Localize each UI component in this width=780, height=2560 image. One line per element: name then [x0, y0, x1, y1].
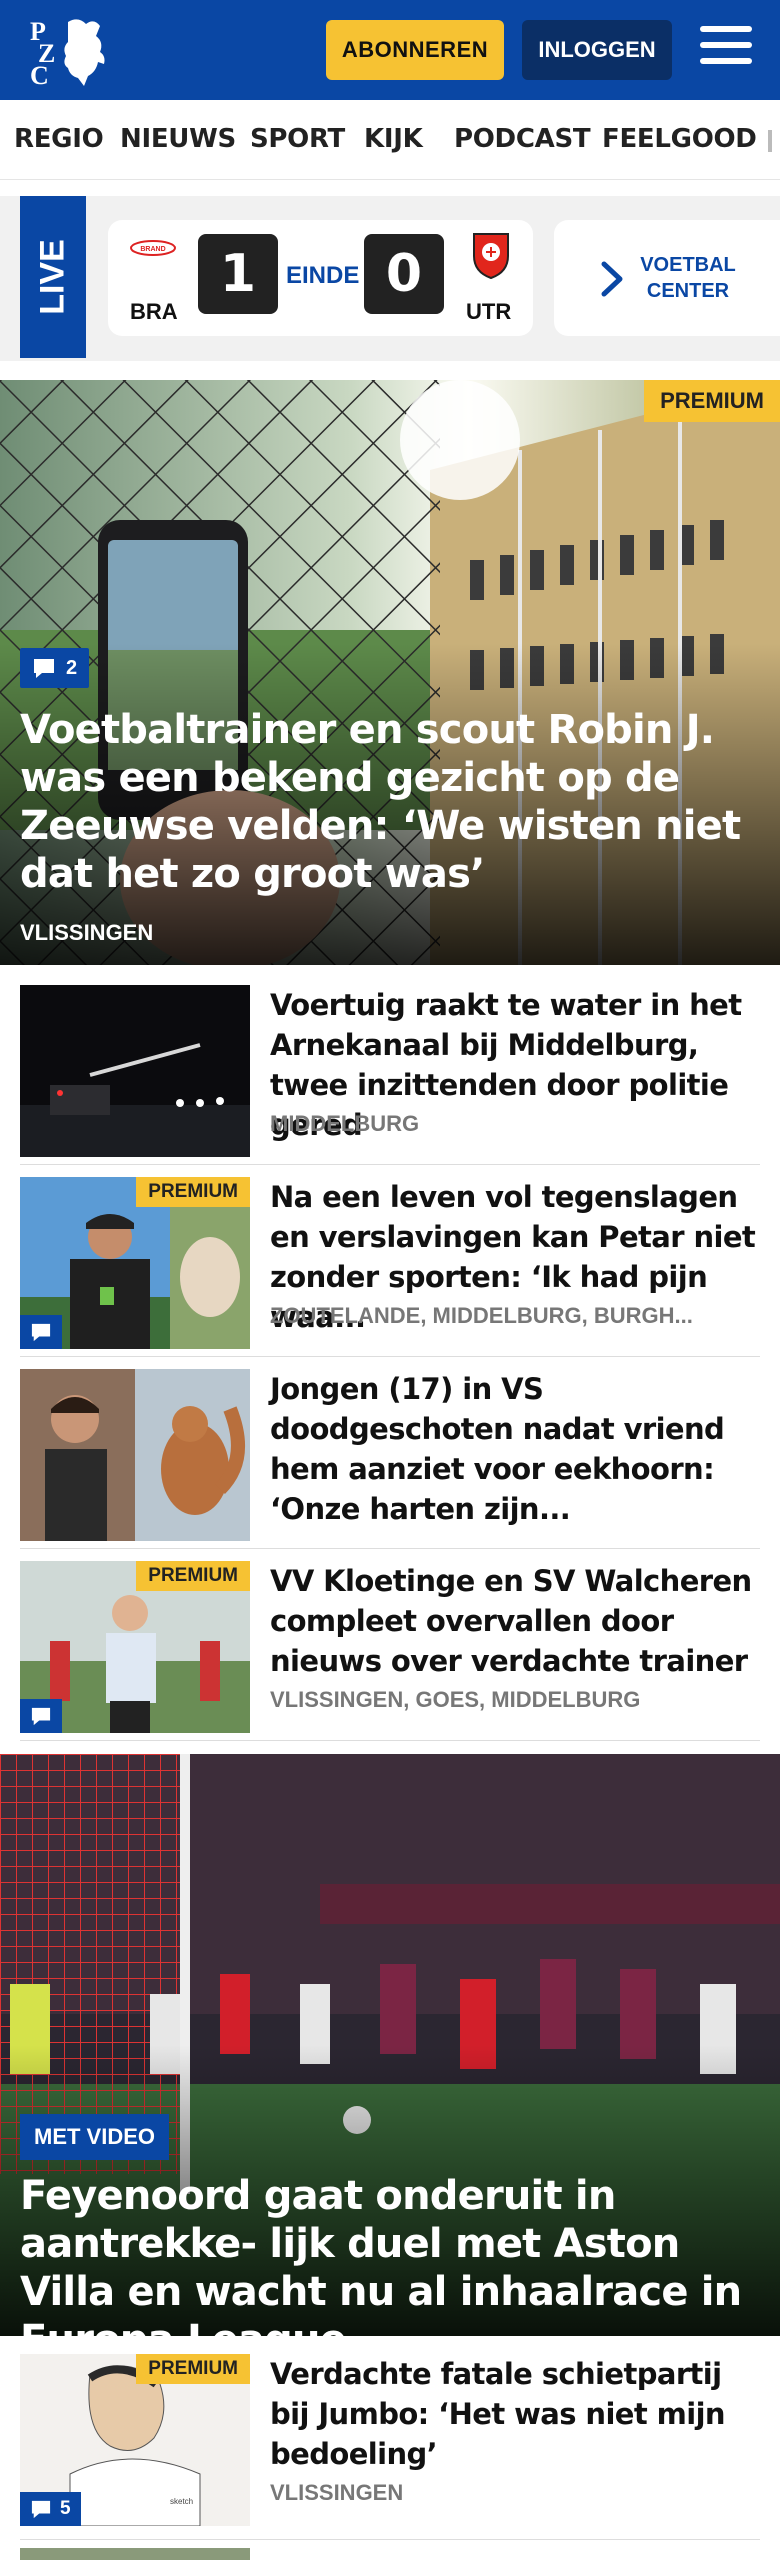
hero-location: VLISSINGEN	[20, 920, 154, 945]
comment-icon	[31, 2500, 51, 2519]
voetbal-center-card[interactable]: VOETBAL CENTER	[554, 220, 780, 336]
comment-icon-badge[interactable]	[20, 1315, 62, 1349]
menu-icon[interactable]	[700, 26, 752, 72]
nav-item-nieuws[interactable]: NIEUWS	[120, 124, 236, 154]
away-score: 0	[364, 234, 444, 314]
comment-count-badge[interactable]: 2	[20, 648, 90, 688]
article-headline[interactable]: VV Kloetinge en SV Walcheren compleet ov…	[270, 1561, 760, 1681]
home-team-name: BRA	[130, 299, 178, 324]
chevron-right-icon	[601, 261, 623, 297]
comment-count-badge[interactable]: 5	[20, 2492, 81, 2526]
nav-item-sport[interactable]: SPORT	[250, 124, 345, 154]
home-score: 1	[198, 234, 278, 314]
nav-item-podcast[interactable]: PODCAST	[454, 124, 591, 154]
pzc-logo[interactable]: P Z C	[28, 14, 112, 86]
article-location: VLISSINGEN	[270, 2480, 404, 2505]
nav-item-kijk[interactable]: KIJK	[364, 124, 423, 154]
comment-icon-badge[interactable]	[20, 1699, 62, 1733]
comment-icon	[31, 1707, 51, 1726]
premium-badge: PREMIUM	[136, 1177, 250, 1207]
away-team-name: UTR	[466, 299, 512, 324]
article-headline[interactable]: Verdachte fatale schietpartij bij Jumbo:…	[270, 2354, 760, 2474]
article-thumbnail	[20, 1369, 250, 1541]
article-thumbnail: PREMIUM	[20, 1177, 250, 1349]
voetbal-center-link[interactable]: VOETBAL CENTER	[638, 220, 738, 336]
list-item[interactable]: PREMIUM Na een leven vol tegenslagen en …	[20, 1177, 760, 1357]
svg-text:sketch: sketch	[170, 2497, 193, 2506]
list-item[interactable]: sketch PREMIUM 5 Verdachte fatale schiet…	[20, 2354, 760, 2540]
hero-headline[interactable]: Feyenoord gaat onderuit in aantrekke- li…	[20, 2172, 770, 2336]
article-thumbnail	[20, 985, 250, 1157]
svg-text:C: C	[30, 61, 49, 86]
live-scores-bar: LIVE BRAND BRA 1 EINDE 0 UTR VOETBAL CENT…	[0, 196, 780, 361]
comment-icon	[34, 659, 54, 678]
list-item[interactable]: Voertuig raakt te water in het Arnekanaa…	[20, 985, 760, 1165]
nav-item-regio[interactable]: REGIO	[14, 124, 104, 154]
match-status: EINDE	[286, 262, 360, 289]
svg-text:BRAND: BRAND	[140, 246, 165, 253]
nav-overflow-indicator	[768, 130, 772, 152]
article-location: ZOUTELANDE, MIDDELBURG, BURGH...	[270, 1303, 693, 1328]
login-button[interactable]: INLOGGEN	[522, 20, 672, 80]
brabant-team-logo-icon: BRAND	[130, 240, 176, 256]
nav-item-feelgood[interactable]: FEELGOOD	[602, 124, 757, 154]
site-header: P Z C ABONNEREN INLOGGEN	[0, 0, 780, 100]
article-thumbnail: sketch PREMIUM 5	[20, 2354, 250, 2526]
article-location: VLISSINGEN, GOES, MIDDELBURG	[270, 1687, 641, 1712]
list-item[interactable]: PREMIUM VV Kloetinge en SV Walcheren com…	[20, 1561, 760, 1741]
premium-badge: PREMIUM	[136, 2354, 250, 2384]
comment-icon	[31, 1323, 51, 1342]
premium-badge: PREMIUM	[644, 380, 780, 422]
match-score-card[interactable]: BRAND BRA 1 EINDE 0 UTR	[108, 220, 533, 336]
utrecht-team-logo-icon	[473, 233, 509, 280]
hero-article[interactable]: PREMIUM 2 Voetbaltrainer en scout Robin …	[0, 380, 780, 965]
list-item[interactable]: Jongen (17) in VS doodgeschoten nadat vr…	[20, 1369, 760, 1549]
hero-headline[interactable]: Voetbaltrainer en scout Robin J. was een…	[20, 706, 760, 898]
article-location: MIDDELBURG	[270, 1111, 420, 1136]
premium-badge: PREMIUM	[136, 1561, 250, 1591]
section-nav: REGIO NIEUWS SPORT KIJK PODCAST FEELGOOD	[0, 100, 780, 180]
next-article-peek	[270, 2548, 570, 2560]
subscribe-button[interactable]: ABONNEREN	[326, 20, 504, 80]
next-article-thumbnail-peek	[20, 2548, 250, 2560]
article-thumbnail: PREMIUM	[20, 1561, 250, 1733]
video-label: MET VIDEO	[20, 2114, 170, 2160]
live-label: LIVE	[20, 196, 86, 358]
article-headline[interactable]: Jongen (17) in VS doodgeschoten nadat vr…	[270, 1369, 760, 1529]
video-hero-article[interactable]: MET VIDEO Feyenoord gaat onderuit in aan…	[0, 1754, 780, 2336]
